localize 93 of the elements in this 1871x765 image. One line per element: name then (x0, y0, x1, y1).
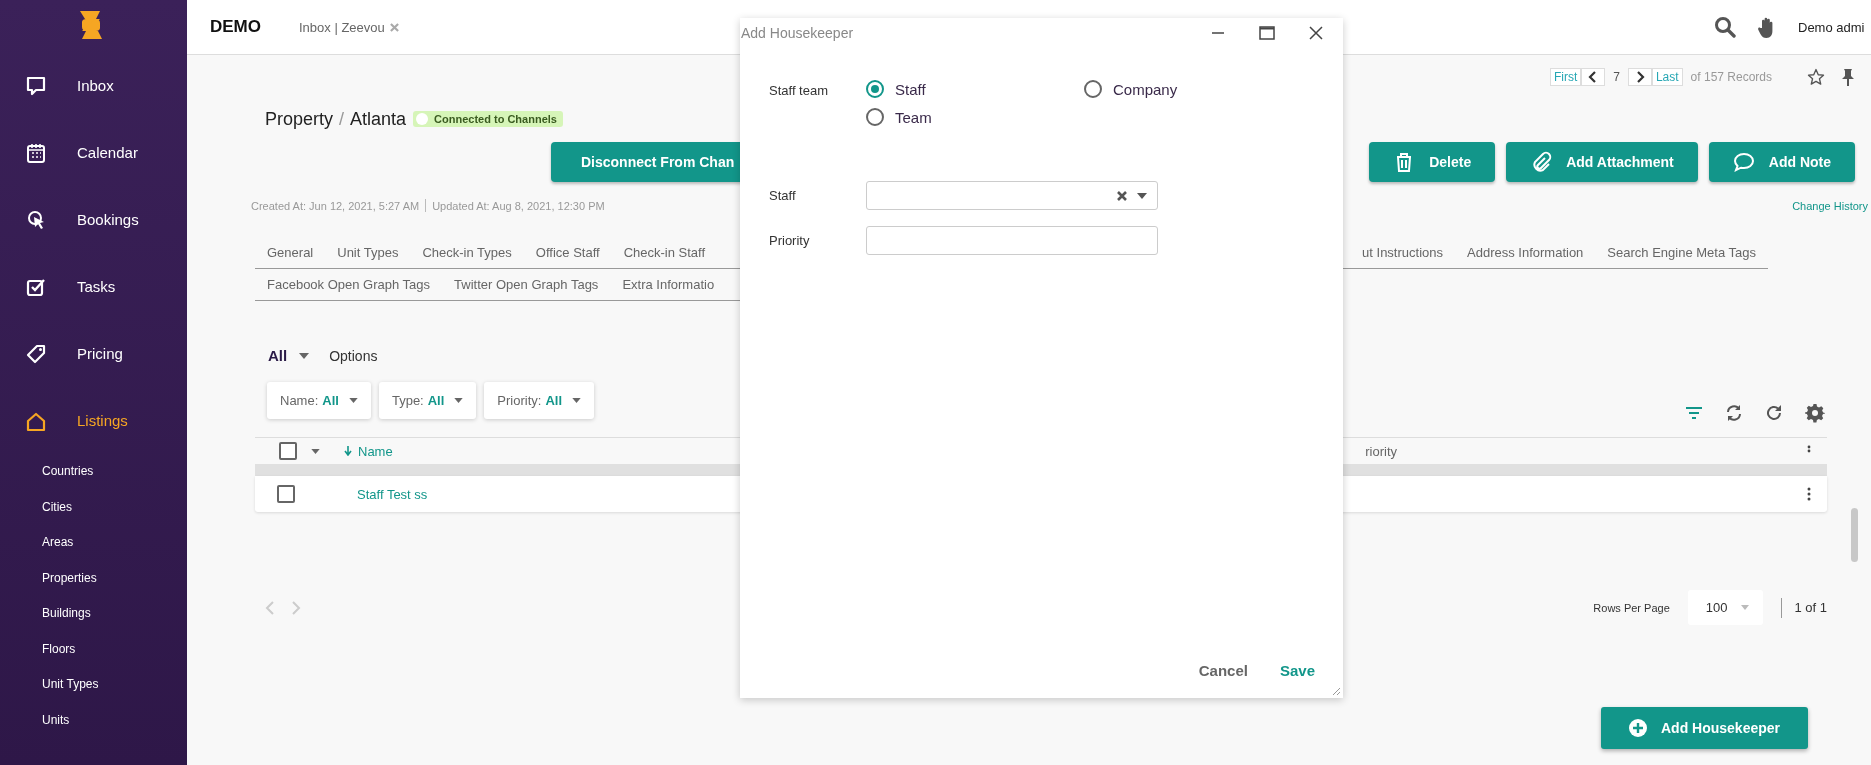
change-history-link[interactable]: Change History (1792, 199, 1868, 212)
tab[interactable]: Search Engine Meta Tags (1595, 237, 1768, 268)
name-link[interactable]: Staff Test ss (357, 486, 428, 502)
page-title: Atlanta (350, 108, 407, 130)
status-dot (416, 113, 429, 125)
chat-bubble-icon (25, 74, 47, 97)
action-button[interactable]: Delete (1369, 142, 1496, 182)
sidebar-subitem[interactable]: Floors (0, 631, 76, 667)
star-icon[interactable] (1807, 68, 1825, 86)
radio-option[interactable]: Staff (866, 80, 1084, 98)
created-date: Created At: Jun 12, 2021, 5:27 AM (251, 199, 420, 212)
view-selector[interactable]: All (268, 347, 310, 364)
sidebar-subitem[interactable]: Countries (0, 454, 94, 490)
open-tab[interactable]: Inbox | Zeevou (299, 19, 385, 35)
sidebar-item[interactable]: Inbox (0, 52, 114, 119)
caret-icon (299, 352, 310, 359)
action-button[interactable]: Add Attachment (1506, 142, 1698, 182)
record-count: of 157 Records (1690, 70, 1772, 84)
tab[interactable]: Office Staff (523, 237, 612, 268)
tab[interactable]: Facebook Open Graph Tags (255, 269, 443, 300)
field-label: Staff (769, 188, 797, 203)
caret-icon (1137, 192, 1147, 199)
record-number: 7 (1613, 70, 1620, 84)
priority-field[interactable] (866, 226, 1158, 255)
tab[interactable]: General (255, 237, 326, 268)
sidebar-item[interactable]: Listings (0, 387, 128, 454)
updated-date: Updated At: Aug 8, 2021, 12:30 PM (432, 199, 605, 212)
plus-circle-icon (1628, 719, 1647, 737)
filter-icon[interactable] (1685, 406, 1703, 420)
caret-icon (1741, 605, 1750, 610)
paperclip-icon (1530, 151, 1553, 173)
caret-icon (348, 398, 358, 403)
sidebar-item[interactable]: Tasks (0, 253, 116, 320)
options-menu[interactable]: Options (329, 347, 378, 364)
breadcrumb-separator: / (339, 108, 345, 130)
sidebar-subitem[interactable]: Unit Types (0, 667, 99, 703)
close-icon[interactable] (1309, 26, 1323, 40)
settings-icon[interactable] (1805, 403, 1825, 423)
sidebar-item[interactable]: Pricing (0, 320, 123, 387)
sidebar-item[interactable]: Bookings (0, 186, 139, 253)
user-menu[interactable]: Demo admi (1798, 19, 1871, 35)
tab[interactable]: Check-in Staff (611, 237, 718, 268)
speech-bubble-icon (1732, 151, 1755, 173)
sidebar-subitem[interactable]: Properties (0, 560, 97, 596)
radio-option[interactable]: Team (866, 108, 1084, 126)
tab[interactable]: Address Information (1455, 237, 1596, 268)
next-icon[interactable] (1627, 68, 1652, 86)
tag-icon (25, 342, 47, 365)
save-button[interactable]: Save (1273, 658, 1321, 683)
more-icon[interactable] (1807, 487, 1811, 501)
caret-icon[interactable] (311, 448, 320, 454)
breadcrumb-link[interactable]: Property (265, 108, 334, 130)
caret-icon (454, 398, 464, 403)
tab[interactable]: Twitter Open Graph Tags (442, 269, 611, 300)
sync-icon[interactable] (1725, 404, 1743, 422)
previous-icon[interactable] (1581, 68, 1606, 86)
filter-dropdown[interactable]: Name: All (267, 382, 371, 419)
tab[interactable]: ut Instructions (1350, 237, 1455, 268)
sidebar-item[interactable]: Calendar (0, 119, 138, 186)
field-label: Priority (769, 233, 811, 248)
sidebar-subitem[interactable]: Cities (0, 489, 72, 525)
row-checkbox[interactable] (277, 485, 295, 503)
column-header[interactable]: Name (344, 443, 393, 459)
tab[interactable]: Extra Informatio (610, 269, 727, 300)
sidebar-subitem[interactable]: Units (0, 702, 70, 738)
filter-dropdown[interactable]: Priority: All (484, 382, 595, 419)
brand-name: DEMO (210, 17, 261, 37)
clear-icon[interactable] (1117, 190, 1127, 201)
refresh-icon[interactable] (1765, 404, 1783, 422)
sidebar-subitem[interactable]: Areas (0, 525, 74, 561)
rows-per-page-label: Rows Per Page (1593, 601, 1670, 614)
dialog-title: Add Housekeeper (741, 25, 854, 41)
sidebar-subitem[interactable]: Buildings (0, 596, 91, 632)
cancel-button[interactable]: Cancel (1192, 658, 1254, 683)
search-icon[interactable] (1714, 16, 1736, 38)
tab[interactable]: Unit Types (325, 237, 411, 268)
page-indicator: 1 of 1 (1794, 600, 1827, 615)
maximize-icon[interactable] (1259, 26, 1275, 40)
status-text: Connected to Channels (434, 113, 557, 125)
column-header[interactable]: riority (1365, 443, 1397, 459)
filter-dropdown[interactable]: Type: All (378, 382, 477, 419)
rows-per-page-select[interactable]: 100 (1687, 590, 1764, 625)
tab[interactable]: Check-in Types (410, 237, 524, 268)
select-all-checkbox[interactable] (279, 442, 297, 460)
scrollbar-thumb[interactable] (1851, 508, 1858, 562)
action-button[interactable]: Add Note (1708, 142, 1855, 182)
resize-handle-icon[interactable] (1332, 687, 1341, 696)
pin-icon[interactable] (1841, 68, 1855, 86)
calendar-icon (25, 141, 47, 164)
add-housekeeper-button[interactable]: Add Housekeeper (1601, 707, 1808, 749)
field-label: Staff team (769, 83, 829, 98)
radio-option[interactable]: Company (1084, 80, 1178, 98)
caret-icon (572, 398, 582, 403)
